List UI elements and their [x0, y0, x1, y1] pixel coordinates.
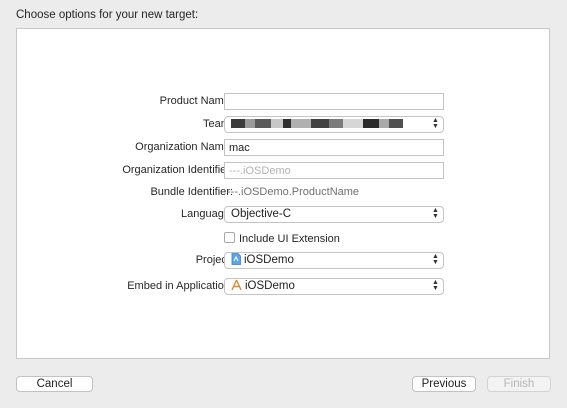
bundle-identifier-value: ---.iOSDemo.ProductName — [227, 186, 360, 198]
organization-identifier-field[interactable]: ---.iOSDemo — [224, 162, 444, 179]
organization-identifier-row: Organization Identifier: ---.iOSDemo — [17, 162, 551, 180]
chevron-updown-icon: ▲ ▼ — [432, 117, 439, 130]
embed-in-application-value: iOSDemo — [245, 280, 295, 292]
chevron-updown-icon: ▲ ▼ — [432, 253, 439, 266]
organization-identifier-label: Organization Identifier: — [122, 164, 233, 176]
project-popup[interactable]: iOSDemo ▲ ▼ — [224, 252, 444, 269]
xcode-project-icon — [231, 253, 241, 270]
product-name-label: Product Name: — [159, 95, 233, 107]
product-name-row: Product Name: — [17, 93, 551, 111]
language-row: Language: Objective-C ▲ ▼ — [17, 206, 551, 224]
bundle-identifier-row: Bundle Identifier: ---.iOSDemo.ProductNa… — [17, 184, 551, 202]
previous-button[interactable]: Previous — [412, 376, 476, 392]
embed-in-application-popup[interactable]: iOSDemo ▲ ▼ — [224, 278, 444, 295]
product-name-field[interactable] — [224, 93, 444, 110]
project-value: iOSDemo — [244, 254, 294, 266]
dialog-heading: Choose options for your new target: — [16, 9, 199, 21]
organization-name-label: Organization Name: — [135, 141, 233, 153]
include-ui-extension-row: Include UI Extension — [17, 231, 551, 249]
include-ui-extension-checkbox[interactable] — [224, 232, 235, 243]
bundle-identifier-label: Bundle Identifier: — [150, 186, 233, 198]
organization-name-row: Organization Name: mac — [17, 139, 551, 157]
team-row: Team: ▲ ▼ — [17, 116, 551, 134]
team-popup[interactable]: ▲ ▼ — [224, 116, 444, 133]
language-popup[interactable]: Objective-C ▲ ▼ — [224, 206, 444, 223]
options-panel: Product Name: Team: ▲ ▼ Organization Name… — [16, 28, 550, 359]
organization-name-field[interactable]: mac — [224, 139, 444, 156]
embed-in-application-row: Embed in Application: iOSDemo ▲ ▼ — [17, 278, 551, 296]
cancel-button[interactable]: Cancel — [16, 376, 93, 392]
finish-button[interactable]: Finish — [487, 376, 551, 392]
project-row: Project: iOSDemo ▲ ▼ — [17, 252, 551, 270]
language-value: Objective-C — [231, 208, 292, 220]
include-ui-extension-label: Include UI Extension — [239, 233, 340, 245]
chevron-updown-icon: ▲ ▼ — [432, 207, 439, 220]
app-icon — [231, 279, 242, 296]
embed-in-application-label: Embed in Application: — [127, 280, 233, 292]
chevron-updown-icon: ▲ ▼ — [432, 279, 439, 292]
